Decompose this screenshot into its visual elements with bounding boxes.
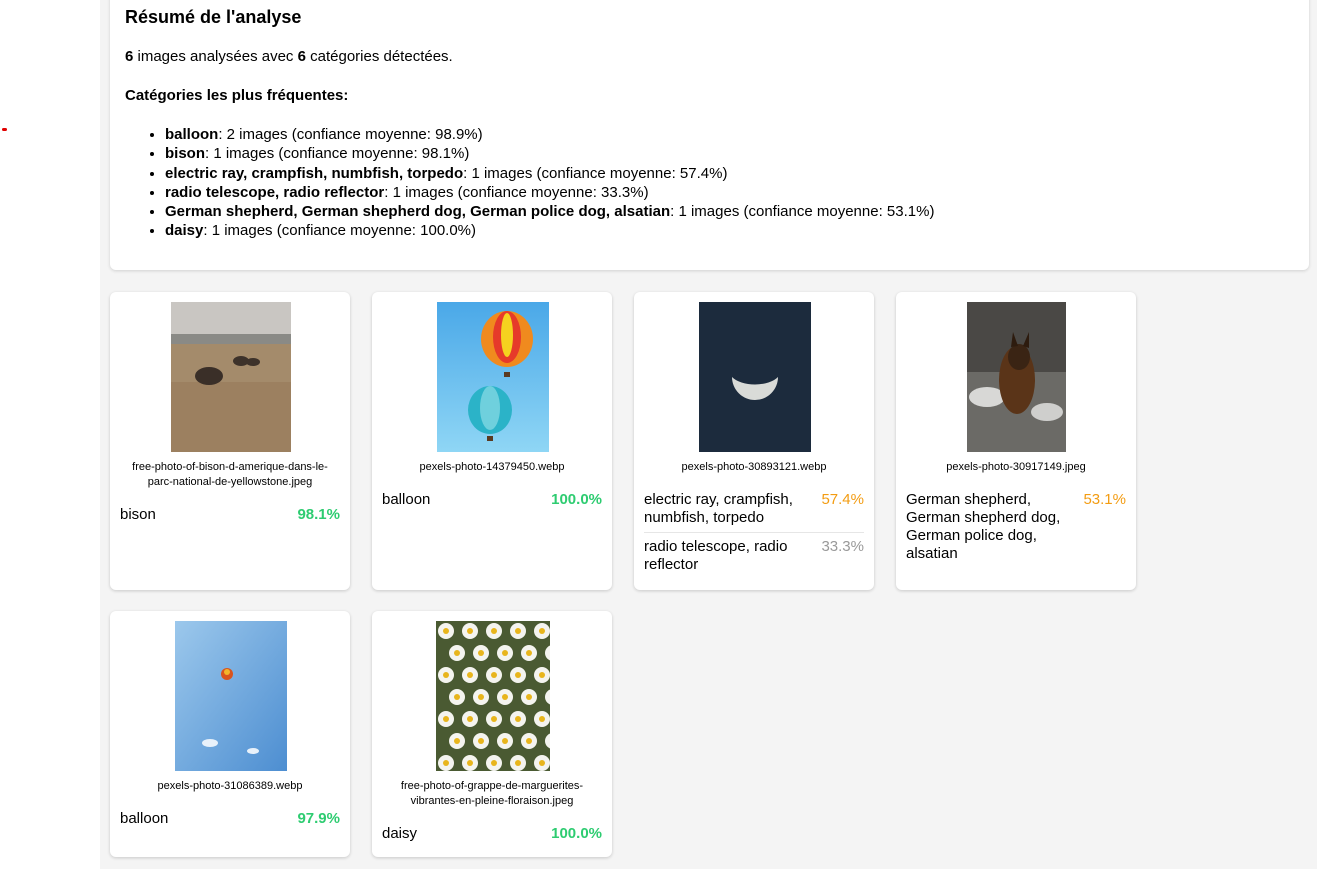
category-item: balloon: 2 images (confiance moyenne: 98…: [165, 125, 934, 144]
daisies-photo: [436, 621, 550, 771]
prediction-divider: [644, 532, 864, 533]
result-card-daisy[interactable]: free-photo-of-grappe-de-marguerites-vibr…: [372, 611, 612, 857]
result-card-balloon-sky[interactable]: pexels-photo-31086389.webp balloon 97.9%: [110, 611, 350, 857]
filename: free-photo-of-bison-d-amerique-dans-le-p…: [132, 461, 328, 488]
prediction-row: balloon 97.9%: [120, 810, 340, 827]
prediction-row: radio telescope, radio reflector 33.3%: [644, 538, 864, 573]
frequent-categories-list: balloon: 2 images (confiance moyenne: 98…: [125, 125, 934, 241]
category-item: electric ray, crampfish, numbfish, torpe…: [165, 164, 934, 183]
result-card-bison[interactable]: free-photo-of-bison-d-amerique-dans-le-p…: [110, 292, 350, 590]
filename: pexels-photo-30893121.webp: [681, 461, 827, 473]
category-item: daisy: 1 images (confiance moyenne: 100.…: [165, 221, 934, 240]
summary-title: Résumé de l'analyse: [125, 7, 302, 27]
category-item: bison: 1 images (confiance moyenne: 98.1…: [165, 144, 934, 163]
left-margin: [0, 0, 100, 869]
moon-photo: [699, 302, 811, 452]
prediction-row: bison 98.1%: [120, 506, 340, 523]
filename: pexels-photo-31086389.webp: [157, 780, 303, 792]
confidence-value: 57.4%: [821, 491, 864, 508]
filename: pexels-photo-14379450.webp: [419, 461, 565, 473]
category-item: German shepherd, German shepherd dog, Ge…: [165, 202, 934, 221]
hot-air-balloons-photo: [437, 302, 549, 452]
summary-count-line: 6 images analysées avec 6 catégories dét…: [125, 48, 453, 65]
main-content: Résumé de l'analyse 6 images analysées a…: [100, 0, 1317, 869]
prediction-row: electric ray, crampfish, numbfish, torpe…: [644, 491, 864, 526]
analysis-summary-panel: Résumé de l'analyse 6 images analysées a…: [110, 0, 1309, 270]
sky-balloon-photo: [175, 621, 287, 771]
filename: pexels-photo-30917149.jpeg: [946, 461, 1086, 473]
red-marker: [2, 128, 7, 131]
confidence-value: 33.3%: [821, 538, 864, 555]
prediction-row: German shepherd, German shepherd dog, Ge…: [906, 491, 1126, 562]
categories-count: 6: [297, 48, 306, 65]
result-card-balloon[interactable]: pexels-photo-14379450.webp balloon 100.0…: [372, 292, 612, 590]
filename: free-photo-of-grappe-de-marguerites-vibr…: [400, 780, 584, 807]
confidence-value: 53.1%: [1083, 491, 1126, 508]
prediction-row: balloon 100.0%: [382, 491, 602, 508]
frequent-categories-title: Catégories les plus fréquentes:: [125, 87, 349, 104]
confidence-value: 97.9%: [297, 810, 340, 827]
result-card-german-shepherd[interactable]: pexels-photo-30917149.jpeg German shephe…: [896, 292, 1136, 590]
prediction-row: daisy 100.0%: [382, 825, 602, 842]
dog-photo: [967, 302, 1066, 452]
bison-photo: [171, 302, 291, 452]
category-item: radio telescope, radio reflector: 1 imag…: [165, 183, 934, 202]
result-card-moon[interactable]: pexels-photo-30893121.webp electric ray,…: [634, 292, 874, 590]
confidence-value: 100.0%: [551, 825, 602, 842]
confidence-value: 100.0%: [551, 491, 602, 508]
confidence-value: 98.1%: [297, 506, 340, 523]
